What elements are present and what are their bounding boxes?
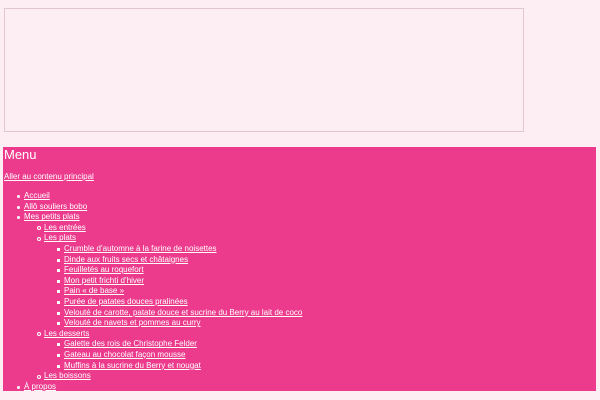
nav-item-home: Accueil xyxy=(3,191,593,202)
nav-item-recipe: Gateau au chocolat façon mousse xyxy=(44,350,593,361)
nav-link-allo[interactable]: Allô souliers bobo xyxy=(24,202,87,211)
nav-link-recipe[interactable]: Velouté de carotte, patate douce et sucr… xyxy=(64,308,302,317)
nav-item-recipe: Velouté de navets et pommes au curry xyxy=(44,318,593,329)
nav-link-recipe[interactable]: Mon petit frichti d’hiver xyxy=(64,276,144,285)
nav-link-recipe[interactable]: Crumble d’automne à la farine de noisett… xyxy=(64,244,217,253)
nav-level-2: Les entrées Les plats Crumble d’automne … xyxy=(24,223,593,382)
nav-tree: Accueil Allô souliers bobo Mes petits pl… xyxy=(3,191,593,392)
nav-link-recipe[interactable]: Pain « de base » xyxy=(64,286,124,295)
nav-link-recipe[interactable]: Purée de patates douces pralinées xyxy=(64,297,188,306)
nav-level-3-desserts: Galette des rois de Christophe Felder Ga… xyxy=(44,339,593,371)
nav-link-recipe[interactable]: Dinde aux fruits secs et châtaignes xyxy=(64,255,188,264)
nav-item-recipes: Mes petits plats Les entrées Les plats C… xyxy=(3,212,593,382)
nav-item-recipe: Pain « de base » xyxy=(44,286,593,297)
nav-link-recipes[interactable]: Mes petits plats xyxy=(24,212,80,221)
nav-link-recipe[interactable]: Gateau au chocolat façon mousse xyxy=(64,350,185,359)
nav-link-recipe[interactable]: Muffins à la sucrine du Berry et nougat xyxy=(64,361,201,370)
nav-link-about[interactable]: À propos xyxy=(24,382,56,391)
nav-link-mains[interactable]: Les plats xyxy=(44,233,76,242)
nav-item-recipe: Feuilletés au roquefort xyxy=(44,265,593,276)
nav-item-recipe: Dinde aux fruits secs et châtaignes xyxy=(44,255,593,266)
nav-item-recipe: Muffins à la sucrine du Berry et nougat xyxy=(44,361,593,372)
nav-item-drinks: Les boissons xyxy=(24,371,593,382)
nav-item-about: À propos xyxy=(3,382,593,393)
menu-title: Menu xyxy=(4,147,37,162)
nav-link-recipe[interactable]: Galette des rois de Christophe Felder xyxy=(64,339,197,348)
nav-link-desserts[interactable]: Les desserts xyxy=(44,329,89,338)
nav-item-recipe: Crumble d’automne à la farine de noisett… xyxy=(44,244,593,255)
nav-level-3-mains: Crumble d’automne à la farine de noisett… xyxy=(44,244,593,329)
nav-link-starters[interactable]: Les entrées xyxy=(44,223,86,232)
skip-to-content-link[interactable]: Aller au contenu principal xyxy=(4,172,94,182)
nav-item-recipe: Purée de patates douces pralinées xyxy=(44,297,593,308)
nav-item-recipe: Mon petit frichti d’hiver xyxy=(44,276,593,287)
navigation-menu: Menu Aller au contenu principal Accueil … xyxy=(3,147,596,391)
nav-item-desserts: Les desserts Galette des rois de Christo… xyxy=(24,329,593,371)
nav-item-allo: Allô souliers bobo xyxy=(3,202,593,213)
header-image-placeholder xyxy=(4,8,524,132)
nav-item-starters: Les entrées xyxy=(24,223,593,234)
nav-item-recipe: Galette des rois de Christophe Felder xyxy=(44,339,593,350)
nav-item-mains: Les plats Crumble d’automne à la farine … xyxy=(24,233,593,328)
nav-level-1: Accueil Allô souliers bobo Mes petits pl… xyxy=(3,191,593,392)
nav-link-recipe[interactable]: Feuilletés au roquefort xyxy=(64,265,144,274)
nav-link-home[interactable]: Accueil xyxy=(24,191,50,200)
nav-link-drinks[interactable]: Les boissons xyxy=(44,371,91,380)
nav-link-recipe[interactable]: Velouté de navets et pommes au curry xyxy=(64,318,201,327)
nav-item-recipe: Velouté de carotte, patate douce et sucr… xyxy=(44,308,593,319)
